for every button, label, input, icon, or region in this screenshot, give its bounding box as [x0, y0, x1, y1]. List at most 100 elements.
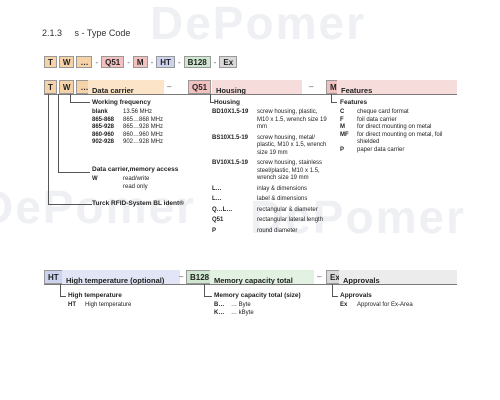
code-b128: B128	[183, 56, 211, 68]
housing-code: Q…L…	[212, 206, 233, 213]
table-row: Ccheque card format	[340, 109, 460, 117]
frequency-value: 902…928 MHz	[123, 139, 164, 145]
high-temp-title: High temperature	[68, 292, 122, 299]
data-carrier-header: Data carrier	[88, 80, 164, 95]
features-code: F	[340, 116, 344, 123]
code-ex: Ex	[219, 56, 238, 68]
access-value: read only	[123, 183, 148, 190]
features-code: C	[340, 109, 345, 115]
memory-access-title: Data carrier,memory access	[92, 166, 179, 173]
connector	[48, 94, 49, 204]
code-dash: -	[127, 57, 130, 67]
hdr-code-w: W	[58, 80, 75, 94]
frequency-table: blank 13.56 MHz 865-868 865…868 MHz 865-92…	[92, 109, 166, 147]
hdr-code-ht: HT	[44, 270, 63, 284]
housing-table: BD10X1.5-19 screw housing, plastic, M10 x…	[212, 109, 330, 235]
housing-value: inlay & dimensions	[257, 185, 308, 192]
connector	[60, 296, 66, 297]
code-dash: -	[150, 57, 154, 67]
table-row: MF for direct mounting on metal, foil shi…	[340, 132, 460, 147]
table-row: BS10X1.5-19 screw housing, metal/ plastic…	[212, 132, 330, 158]
housing-code: BS10X1.5-19	[212, 134, 249, 141]
features-value: paper data carrier	[357, 146, 405, 153]
housing-value: label & dimensions	[257, 196, 308, 202]
connector	[48, 204, 92, 205]
housing-value: screw housing, plastic, M10 x 1.5, wrenc…	[257, 109, 327, 130]
connector	[204, 296, 212, 297]
code-ht: HT	[156, 56, 175, 68]
housing-code: BD10X1.5-19	[212, 109, 249, 115]
features-value: for direct mounting on metal	[357, 124, 432, 130]
table-row: Q51 rectangular lateral length	[212, 214, 330, 225]
high-temp-table: HT High temperature	[68, 302, 134, 310]
housing-value: round diameter	[257, 227, 298, 234]
hdr-dash: –	[317, 272, 322, 281]
approvals-code: Ex	[340, 302, 348, 308]
housing-code: BV10X1.5-19	[212, 160, 249, 166]
type-code-row: T W … - Q51 - M - HT - B128 - Ex	[44, 56, 238, 68]
frequency-code: 865-868	[92, 116, 115, 123]
features-value: cheque card format	[357, 109, 409, 115]
memory-value: … Byte	[231, 302, 251, 308]
table-row: Ppaper data carrier	[340, 147, 460, 155]
high-temp-code: HT	[68, 302, 76, 308]
section-title: s - Type Code	[74, 28, 131, 38]
hdr-code-t: T	[44, 80, 57, 94]
housing-value: screw housing, stainless steel/plastic, …	[257, 160, 323, 181]
frequency-value: 865…928 MHz	[123, 124, 164, 130]
features-code: P	[340, 146, 345, 153]
features-header: Features	[337, 80, 457, 95]
housing-code: L…	[212, 196, 222, 202]
hdr-dash: –	[179, 272, 184, 281]
features-code: M	[340, 124, 345, 130]
memory-header: Memory capacity total	[210, 270, 314, 285]
connector	[58, 172, 90, 173]
memory-code: B…	[214, 302, 225, 308]
table-row: Ffoil data carrier	[340, 117, 460, 125]
table-row: BV10X1.5-19 screw housing, stainless stee…	[212, 157, 330, 183]
upper-header-band: T W …	[44, 80, 93, 94]
housing-code: P	[212, 227, 217, 234]
housing-value: rectangular lateral length	[257, 217, 324, 223]
connector	[332, 284, 333, 296]
connector	[331, 102, 337, 103]
connector	[60, 284, 61, 296]
table-row: read only	[92, 184, 152, 192]
code-w: W	[58, 56, 75, 68]
connector	[58, 94, 59, 172]
code-q51: Q51	[101, 56, 125, 68]
frequency-code: 860-960	[92, 131, 115, 138]
approvals-header: Approvals	[339, 270, 457, 285]
table-row: 865-928 865…928 MHz	[92, 124, 166, 132]
section-heading: 2.1.3 s - Type Code	[42, 28, 130, 38]
frequency-value: 865…868 MHz	[123, 116, 164, 123]
frequency-value: 860…960 MHz	[123, 131, 164, 138]
features-value: for direct mounting on metal, foil shiel…	[357, 131, 443, 146]
code-dash: -	[177, 57, 181, 67]
frequency-code: blank	[92, 109, 108, 115]
code-dash: -	[213, 57, 217, 67]
section-number: 2.1.3	[42, 28, 63, 38]
access-table: Wread/write read only	[92, 176, 152, 191]
housing-code: Q51	[212, 217, 224, 223]
table-row: Ex Approval for Ex-Area	[340, 302, 416, 310]
connector	[70, 94, 71, 102]
table-row: 902-928 902…928 MHz	[92, 139, 166, 147]
connector	[70, 102, 90, 103]
table-row: Q…L… rectangular & diameter	[212, 204, 330, 215]
table-row: Mfor direct mounting on metal	[340, 124, 460, 132]
watermark: DePomer	[150, 0, 366, 49]
frequency-code: 865-928	[92, 124, 115, 130]
table-row: K… … kByte	[214, 310, 257, 318]
working-frequency-title: Working frequency	[92, 99, 151, 106]
table-row: L… label & dimensions	[212, 193, 330, 204]
features-title: Features	[340, 99, 368, 106]
table-row: Pround diameter	[212, 225, 330, 236]
connector	[210, 94, 211, 102]
table-row: B… … Byte	[214, 302, 257, 310]
housing-header: Housing	[212, 80, 302, 95]
memory-value: … kByte	[231, 309, 254, 316]
code-dots: …	[76, 56, 93, 68]
table-row: BD10X1.5-19 screw housing, plastic, M10 x…	[212, 109, 330, 132]
code-dash: -	[95, 57, 99, 67]
